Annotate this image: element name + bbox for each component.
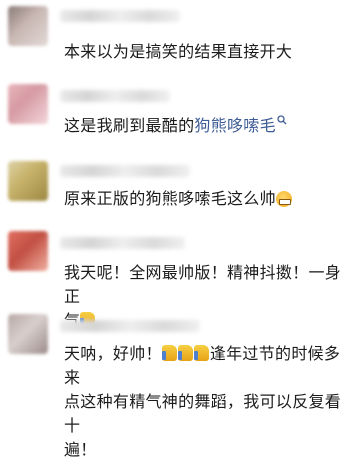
comment-line: 遍！ (64, 440, 97, 459)
comment-item: 这是我刷到最酷的狗熊哆嗦毛 (0, 80, 356, 152)
username-blurred[interactable] (60, 10, 180, 22)
comment-item: 本来以为是搞笑的结果直接开大 (0, 0, 356, 72)
username-blurred[interactable] (60, 90, 170, 102)
username-blurred[interactable] (60, 320, 200, 332)
comment-text: 天呐，好帅！ 逢年过节的时候多来 点这种有精气神的舞蹈，我可以反复看十 遍！ (64, 342, 346, 462)
comment-line: 天呐，好帅！ 逢年过节的时候多来 (64, 344, 341, 387)
comment-line: 点这种有精气神的舞蹈，我可以反复看十 (64, 392, 342, 435)
thumbs-up-icon (177, 345, 193, 361)
comment-item: 我天呢！全网最帅版！精神抖擞！一身正 气 (0, 227, 356, 330)
comment-item: 天呐，好帅！ 逢年过节的时候多来 点这种有精气神的舞蹈，我可以反复看十 遍！ (0, 310, 356, 459)
username-blurred[interactable] (60, 237, 185, 249)
thumbs-up-icon (161, 345, 177, 361)
comment-text: 本来以为是搞笑的结果直接开大 (64, 42, 293, 61)
comment-text: 原来正版的狗熊哆嗦毛这么帅 (64, 187, 346, 211)
grinning-face-icon (275, 191, 292, 207)
search-link[interactable]: 狗熊哆嗦毛 (194, 116, 276, 135)
comment-text: 这是我刷到最酷的狗熊哆嗦毛 (64, 114, 346, 138)
avatar[interactable] (8, 314, 48, 354)
comment-text-body: 原来正版的狗熊哆嗦毛这么帅 (64, 189, 276, 208)
comment-text-prefix: 这是我刷到最酷的 (64, 116, 195, 135)
avatar[interactable] (8, 231, 48, 271)
comment-item: 原来正版的狗熊哆嗦毛这么帅 (0, 155, 356, 225)
avatar[interactable] (8, 84, 48, 124)
comment-line: 我天呢！全网最帅版！精神抖擞！一身正 (64, 263, 342, 306)
avatar[interactable] (8, 161, 48, 201)
thumbs-up-icon (193, 345, 209, 361)
username-blurred[interactable] (60, 165, 190, 177)
search-icon[interactable] (277, 115, 287, 125)
avatar[interactable] (8, 6, 48, 46)
